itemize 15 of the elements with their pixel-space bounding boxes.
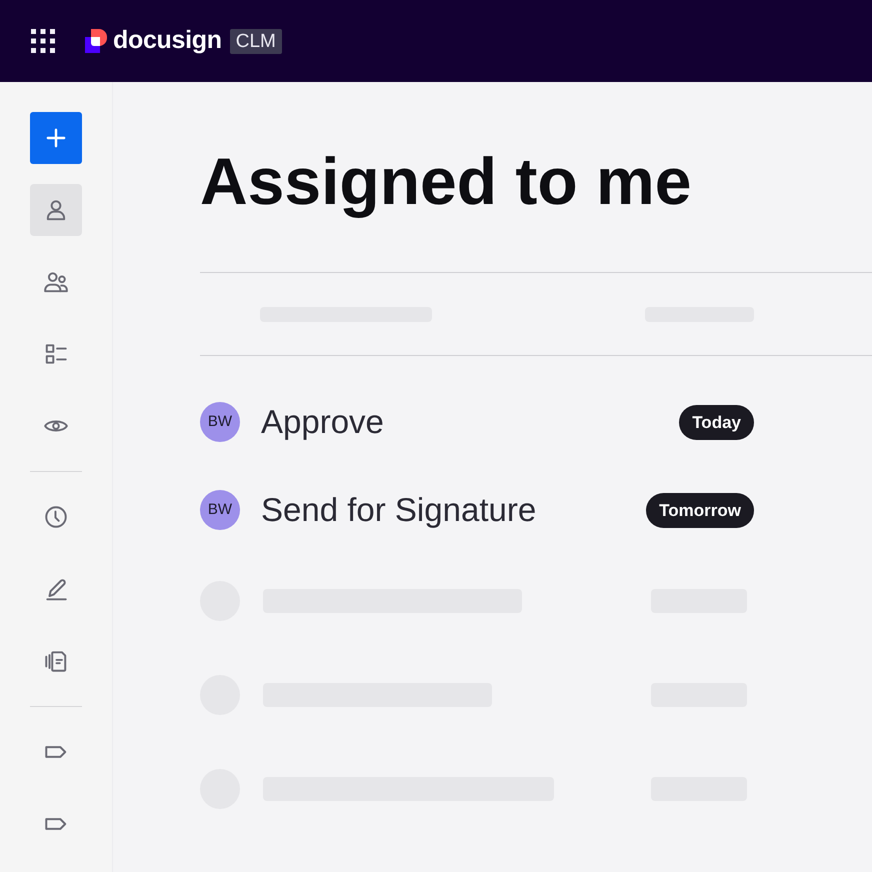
clock-icon <box>43 504 69 530</box>
apps-button[interactable] <box>31 29 55 53</box>
page-title: Assigned to me <box>200 143 692 220</box>
task-name[interactable]: Send for Signature <box>261 490 536 530</box>
avatar: BW <box>200 402 240 442</box>
product-badge: CLM <box>230 28 282 54</box>
logo-icon <box>85 29 107 53</box>
due-date-badge: Tomorrow <box>646 492 754 528</box>
avatar: BW <box>200 490 240 530</box>
due-date-badge: Today <box>679 404 754 440</box>
brand-name: docusign <box>113 25 222 56</box>
grid-icon <box>31 29 55 53</box>
add-button[interactable] <box>30 112 82 164</box>
sidebar-item[interactable] <box>30 184 82 236</box>
task-name[interactable]: Approve <box>261 402 384 442</box>
